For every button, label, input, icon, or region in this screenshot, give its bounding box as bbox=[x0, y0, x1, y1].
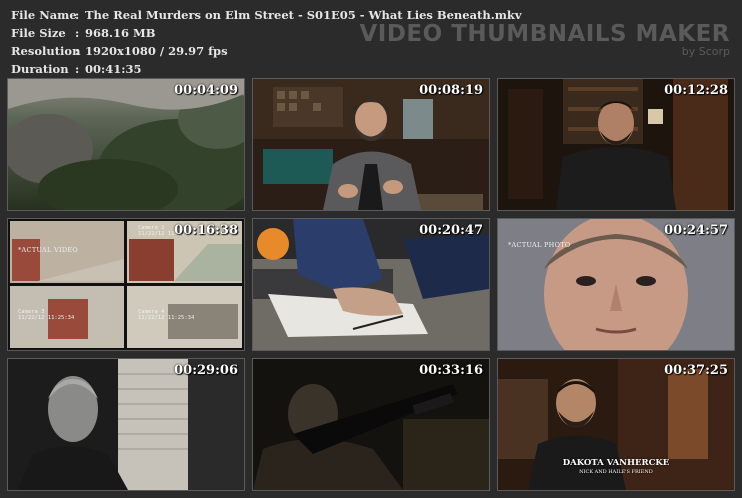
lower-third-name: DAKOTA VANHERCKE bbox=[562, 458, 670, 468]
info-value: 968.16 MB bbox=[85, 26, 156, 40]
scene-security-camera-grid bbox=[8, 219, 244, 350]
info-key: Duration bbox=[11, 62, 69, 76]
info-separator: : bbox=[75, 26, 80, 40]
info-row-duration: Duration : 00:41:35 bbox=[11, 60, 522, 78]
brand-title: VIDEO THUMBNAILS MAKER bbox=[359, 21, 730, 47]
scene-man-by-window bbox=[8, 359, 244, 490]
scene-mugshot-closeup bbox=[498, 219, 734, 350]
lower-third-role: NICK AND HAILE'S FRIEND bbox=[579, 469, 653, 475]
timestamp: 00:20:47 bbox=[419, 223, 483, 238]
brand-watermark: VIDEO THUMBNAILS MAKER by Scorp bbox=[359, 22, 730, 58]
timestamp: 00:16:38 bbox=[174, 223, 238, 238]
scene-hands-on-desk bbox=[253, 219, 489, 350]
timestamp: 00:37:25 bbox=[664, 363, 728, 378]
camera-label: Camera 4 11/22/12 11:25:34 bbox=[138, 309, 195, 321]
scene-bearded-man-interview bbox=[253, 79, 489, 210]
camera-label: Camera 3 11/22/12 11:25:34 bbox=[18, 309, 75, 321]
info-separator: : bbox=[75, 44, 80, 58]
info-separator: : bbox=[75, 8, 80, 22]
info-separator: : bbox=[75, 62, 80, 76]
thumbnail-3[interactable]: 00:12:28 bbox=[497, 78, 735, 211]
info-key: File Name bbox=[11, 8, 77, 22]
thumbnail-1[interactable]: 00:04:09 bbox=[7, 78, 245, 211]
info-value: 1920x1080 / 29.97 fps bbox=[85, 44, 228, 58]
thumbnail-6[interactable]: *ACTUAL PHOTO 00:24:57 bbox=[497, 218, 735, 351]
thumbnail-8[interactable]: 00:33:16 bbox=[252, 358, 490, 491]
actual-photo-caption: *ACTUAL PHOTO bbox=[508, 241, 571, 249]
timestamp: 00:29:06 bbox=[174, 363, 238, 378]
timestamp: 00:24:57 bbox=[664, 223, 728, 238]
thumbnail-5[interactable]: 00:20:47 bbox=[252, 218, 490, 351]
thumbnail-grid: 00:04:09 00:08:19 00:12:28 *ACTUAL VIDEO… bbox=[7, 78, 735, 491]
timestamp: 00:08:19 bbox=[419, 83, 483, 98]
actual-video-caption: *ACTUAL VIDEO bbox=[18, 246, 79, 254]
info-value: 00:41:35 bbox=[85, 62, 142, 76]
scene-man-library-interview bbox=[498, 79, 734, 210]
scene-aerial-trees bbox=[8, 79, 244, 210]
info-key: Resolution bbox=[11, 44, 81, 58]
timestamp: 00:04:09 bbox=[174, 83, 238, 98]
thumbnail-4[interactable]: *ACTUAL VIDEO Camera 2 11/22/12 11:25:34… bbox=[7, 218, 245, 351]
timestamp: 00:12:28 bbox=[664, 83, 728, 98]
thumbnail-2[interactable]: 00:08:19 bbox=[252, 78, 490, 211]
thumbnail-7[interactable]: 00:29:06 bbox=[7, 358, 245, 491]
timestamp: 00:33:16 bbox=[419, 363, 483, 378]
scene-rifle-silhouette bbox=[253, 359, 489, 490]
thumbnail-9[interactable]: DAKOTA VANHERCKE NICK AND HAILE'S FRIEND… bbox=[497, 358, 735, 491]
info-key: File Size bbox=[11, 26, 66, 40]
